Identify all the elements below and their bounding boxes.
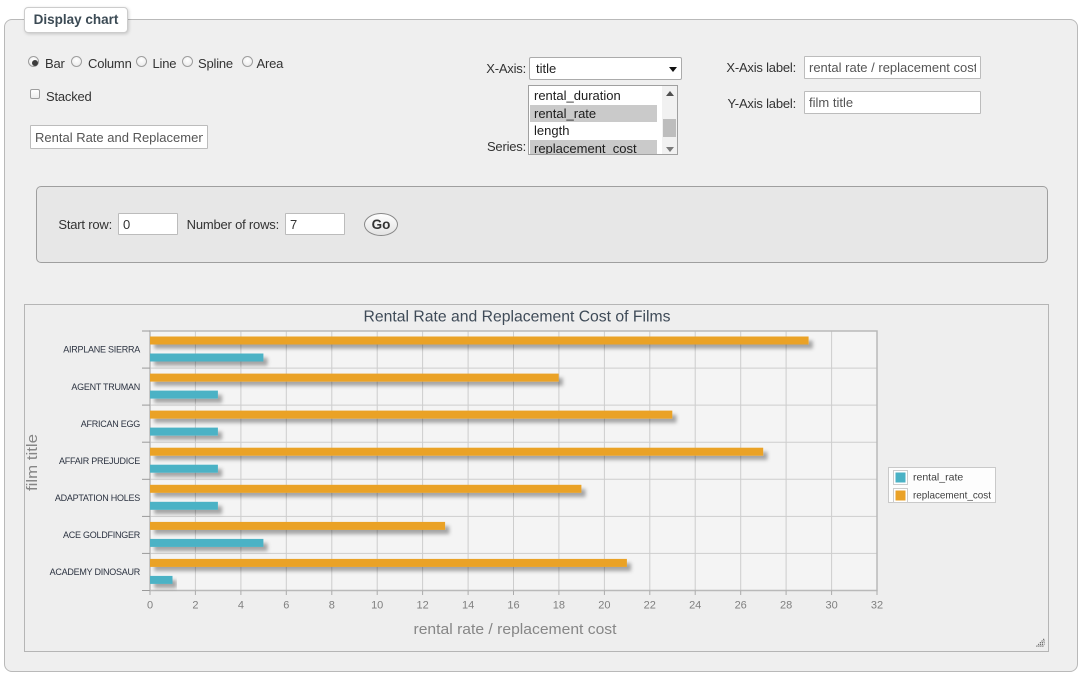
svg-text:14: 14 [462, 600, 474, 612]
svg-text:rental_rate: rental_rate [913, 472, 963, 484]
svg-text:rental rate / replacement cost: rental rate / replacement cost [414, 621, 618, 638]
svg-text:16: 16 [507, 600, 519, 612]
svg-text:AFFAIR PREJUDICE: AFFAIR PREJUDICE [59, 456, 140, 466]
svg-text:replacement_cost: replacement_cost [913, 490, 991, 502]
svg-text:ACE GOLDFINGER: ACE GOLDFINGER [63, 530, 141, 540]
svg-text:AGENT TRUMAN: AGENT TRUMAN [71, 382, 140, 392]
svg-text:28: 28 [780, 600, 792, 612]
svg-text:ADAPTATION HOLES: ADAPTATION HOLES [55, 493, 140, 503]
svg-text:6: 6 [283, 600, 289, 612]
svg-text:10: 10 [371, 600, 383, 612]
svg-text:12: 12 [416, 600, 428, 612]
svg-text:18: 18 [553, 600, 565, 612]
svg-text:Rental Rate and Replacement Co: Rental Rate and Replacement Cost of Film… [364, 309, 671, 326]
svg-text:2: 2 [192, 600, 198, 612]
svg-text:22: 22 [644, 600, 656, 612]
svg-text:24: 24 [689, 600, 701, 612]
svg-text:AFRICAN EGG: AFRICAN EGG [81, 419, 141, 429]
svg-text:8: 8 [329, 600, 335, 612]
svg-text:20: 20 [598, 600, 610, 612]
svg-text:26: 26 [735, 600, 747, 612]
svg-text:film title: film title [24, 434, 41, 491]
svg-text:0: 0 [147, 600, 153, 612]
svg-text:ACADEMY DINOSAUR: ACADEMY DINOSAUR [50, 567, 141, 577]
svg-text:32: 32 [871, 600, 883, 612]
svg-text:4: 4 [238, 600, 244, 612]
svg-text:30: 30 [825, 600, 837, 612]
svg-text:AIRPLANE SIERRA: AIRPLANE SIERRA [63, 345, 140, 355]
